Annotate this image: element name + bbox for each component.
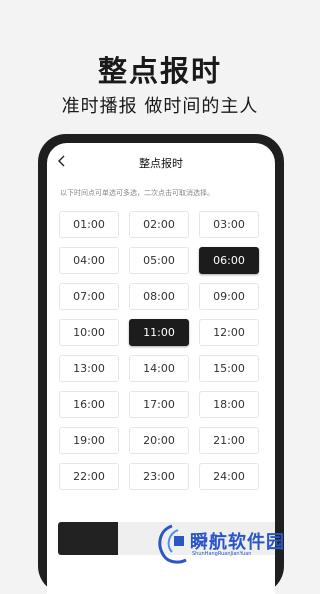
time-slot-2100[interactable]: 21:00 [199,427,259,454]
time-slot-0600[interactable]: 06:00 [199,247,259,274]
selection-hint: 以下时间点可单选可多选，二次点击可取消选择。 [60,189,214,197]
time-slot-2200[interactable]: 22:00 [59,463,119,490]
time-slot-0200[interactable]: 02:00 [129,211,189,238]
time-slot-0700[interactable]: 07:00 [59,283,119,310]
time-slot-2400[interactable]: 24:00 [199,463,259,490]
promo-title: 整点报时 [97,54,222,88]
promo-subtitle: 准时播报 做时间的主人 [61,96,259,117]
time-slot-0800[interactable]: 08:00 [129,283,189,310]
time-slot-1200[interactable]: 12:00 [199,319,259,346]
time-slot-1900[interactable]: 19:00 [59,427,119,454]
time-slot-0900[interactable]: 09:00 [199,283,259,310]
time-slot-2000[interactable]: 20:00 [129,427,189,454]
time-slot-0300[interactable]: 03:00 [199,211,259,238]
time-slot-0400[interactable]: 04:00 [59,247,119,274]
time-slot-1800[interactable]: 18:00 [199,391,259,418]
watermark-logo: 瞬航软件园 ShunHangRuanJianYuan [152,522,302,566]
time-slot-1100[interactable]: 11:00 [129,319,189,346]
time-slot-1400[interactable]: 14:00 [129,355,189,382]
time-slot-1600[interactable]: 16:00 [59,391,119,418]
time-slot-0500[interactable]: 05:00 [129,247,189,274]
nav-bar: 整点报时 [47,143,275,179]
nav-title: 整点报时 [139,157,183,170]
watermark-swirl-icon [158,524,187,564]
time-slot-2300[interactable]: 23:00 [129,463,189,490]
time-grid: 01:00 02:00 03:00 04:00 05:00 06:00 07:00 08:00… [59,211,263,490]
time-slot-1000[interactable]: 10:00 [59,319,119,346]
time-slot-1300[interactable]: 13:00 [59,355,119,382]
time-slot-1700[interactable]: 17:00 [129,391,189,418]
time-slot-1500[interactable]: 15:00 [199,355,259,382]
time-slot-0100[interactable]: 01:00 [59,211,119,238]
watermark-subtext: ShunHangRuanJianYuan [192,551,252,557]
